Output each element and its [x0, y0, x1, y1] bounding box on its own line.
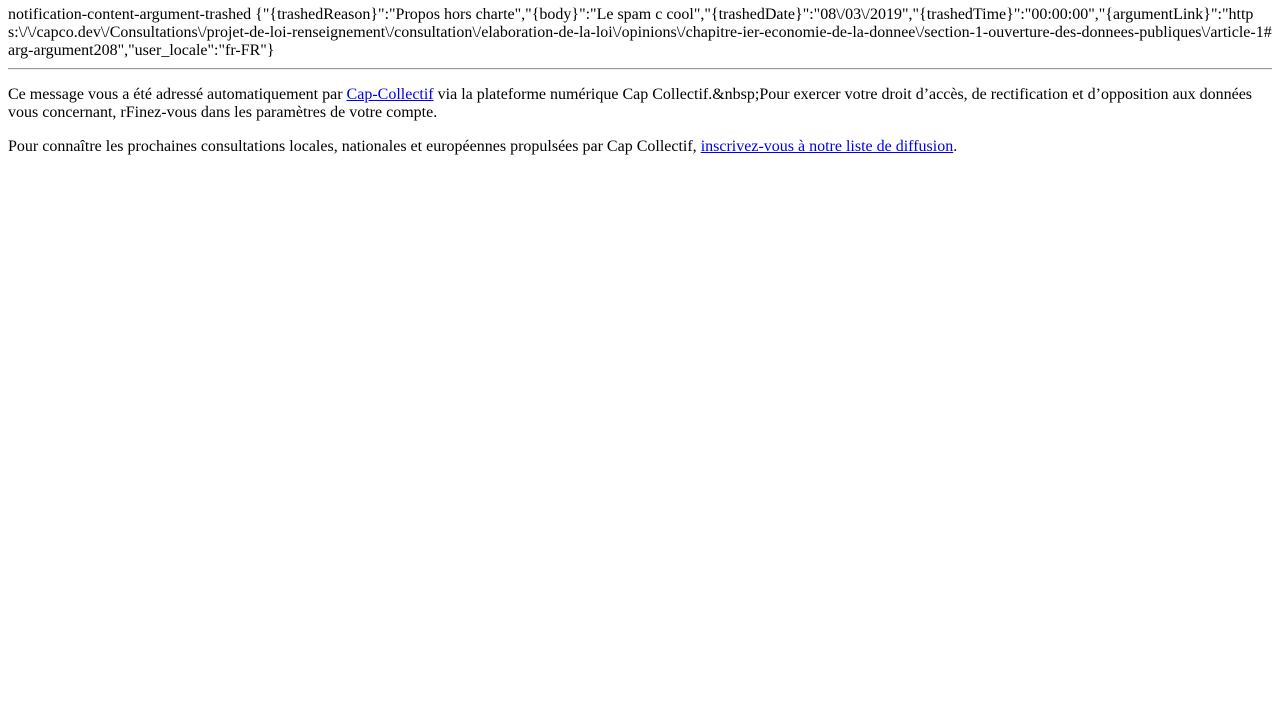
notification-raw-content: notification-content-argument-trashed {"…: [8, 6, 1272, 59]
divider: [8, 68, 1272, 70]
auto-message-prefix: Ce message vous a été adressé automatiqu…: [8, 86, 347, 103]
newsletter-prefix: Pour connaître les prochaines consultati…: [8, 138, 701, 155]
newsletter-signup-link[interactable]: inscrivez-vous à notre liste de diffusio…: [701, 138, 954, 155]
auto-message-paragraph: Ce message vous a été adressé automatiqu…: [8, 86, 1272, 122]
newsletter-suffix: .: [953, 138, 958, 155]
email-page: notification-content-argument-trashed {"…: [0, 0, 1280, 156]
cap-collectif-link[interactable]: Cap-Collectif: [347, 86, 434, 103]
newsletter-paragraph: Pour connaître les prochaines consultati…: [8, 138, 1272, 156]
